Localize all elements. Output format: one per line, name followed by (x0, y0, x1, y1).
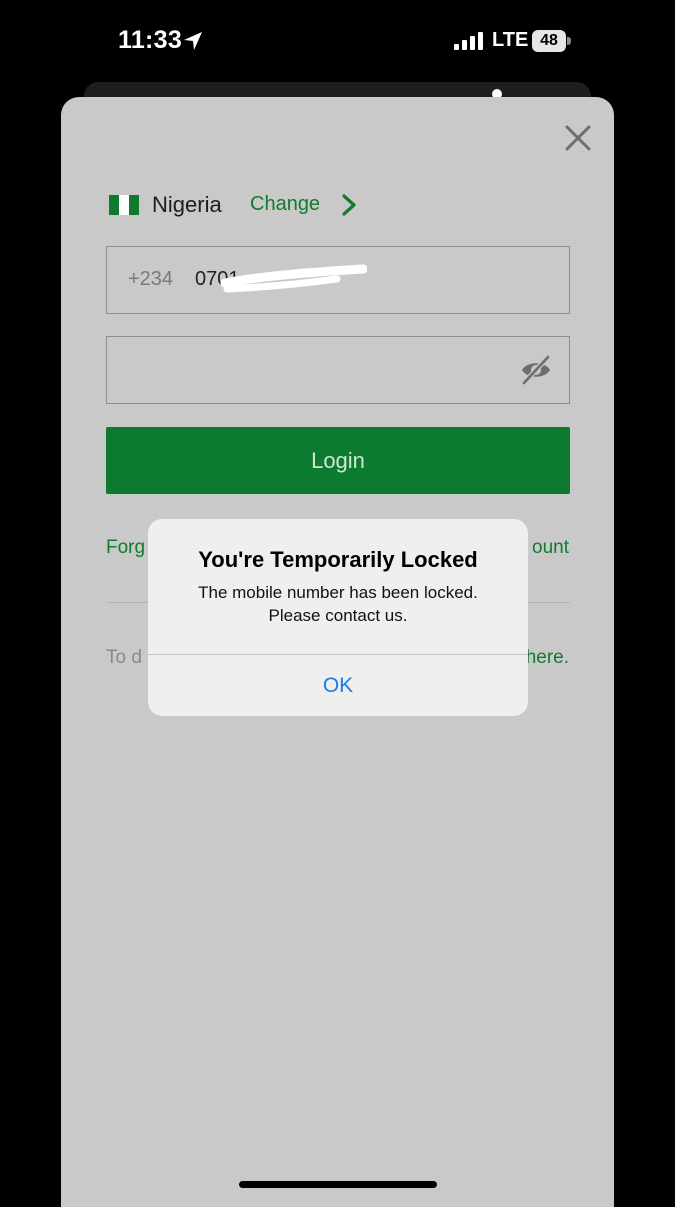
country-name: Nigeria (152, 192, 222, 217)
flag-stripe-middle (119, 195, 129, 215)
battery-cap (567, 37, 571, 45)
eye-slash-icon[interactable] (520, 355, 552, 385)
footer-text: To d (106, 647, 142, 668)
status-bar: 11:33 LTE 48 (0, 0, 675, 84)
redaction-scribble (220, 264, 367, 293)
flag-stripe-right (129, 195, 139, 215)
phone-number-field[interactable]: +234 0701 (106, 246, 570, 314)
battery-level: 48 (532, 30, 566, 52)
alert-title: You're Temporarily Locked (198, 547, 478, 572)
dial-code: +234 (128, 268, 174, 290)
battery-icon: 48 (532, 30, 572, 52)
network-type-label: LTE (492, 29, 529, 51)
forgot-password-link[interactable]: Forg (106, 537, 145, 559)
footer-link[interactable]: here. (526, 647, 569, 669)
close-icon[interactable] (561, 121, 595, 155)
alert-message-line-1: The mobile number has been locked. (198, 583, 478, 602)
alert-message-line-2: Please contact us. (268, 606, 408, 625)
cellular-signal-icon (454, 32, 483, 50)
password-field[interactable] (106, 336, 570, 404)
alert-message: The mobile number has been locked. Pleas… (148, 581, 528, 627)
create-account-link[interactable]: ount (532, 537, 569, 559)
nigeria-flag-icon (109, 195, 139, 215)
chevron-right-icon[interactable] (340, 193, 358, 217)
status-time: 11:33 (118, 26, 183, 54)
login-button[interactable]: Login (106, 427, 570, 494)
locked-alert-dialog: You're Temporarily Locked The mobile num… (148, 519, 528, 716)
home-indicator[interactable] (239, 1181, 437, 1188)
flag-stripe-left (109, 195, 119, 215)
location-arrow-icon (184, 32, 202, 50)
change-country-link[interactable]: Change (250, 193, 320, 216)
alert-ok-button[interactable]: OK (148, 655, 528, 716)
